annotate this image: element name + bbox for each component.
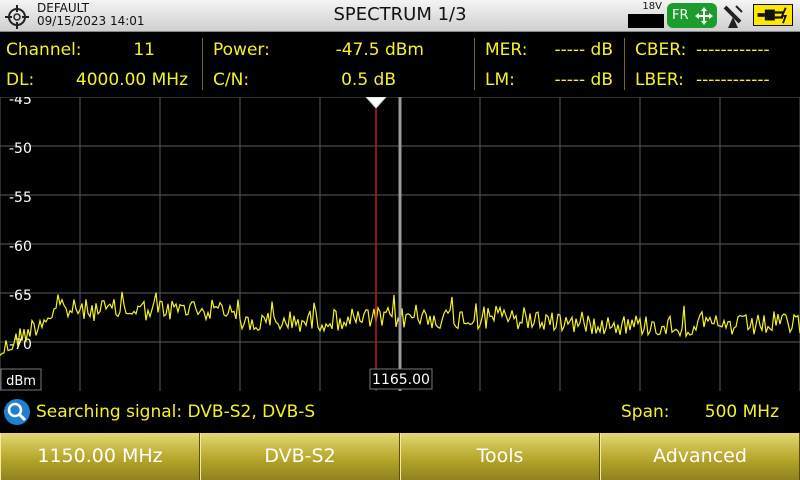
y-tick-label: -45 — [9, 97, 32, 108]
lnb-voltage: 18V — [642, 1, 662, 12]
y-tick-label: -55 — [9, 190, 32, 206]
cn-label: C/N: — [213, 70, 250, 90]
region-badge-label: FR — [672, 8, 689, 23]
channel-label: Channel: — [6, 40, 82, 60]
tools-softkey[interactable]: Tools — [400, 433, 600, 480]
battery-icon: 18V — [628, 1, 664, 28]
span-value: 500 MHz — [704, 402, 779, 422]
status-line: Searching signal: DVB-S2, DVB-S Span: 50… — [0, 394, 800, 432]
cn-value: 0.5 dB — [341, 70, 396, 90]
dl-value: 4000.00 MHz — [75, 70, 188, 90]
spectrum-canvas[interactable]: -45 -50 -55 -60 -65 -70 1165.00 dBm — [0, 97, 800, 391]
frequency-softkey[interactable]: 1150.00 MHz — [0, 433, 200, 480]
mer-label: MER: — [485, 40, 528, 60]
y-unit-label: dBm — [6, 374, 36, 389]
search-status-text: Searching signal: DVB-S2, DVB-S — [36, 402, 316, 422]
y-tick-label: -50 — [9, 141, 32, 157]
marker-handle[interactable] — [365, 97, 387, 109]
status-bar: DEFAULT 09/15/2023 14:01 SPECTRUM 1/3 18… — [0, 0, 800, 32]
move-arrows-icon — [695, 7, 713, 25]
standard-softkey[interactable]: DVB-S2 — [200, 433, 400, 480]
profile-info: DEFAULT 09/15/2023 14:01 — [37, 2, 145, 28]
page-title: SPECTRUM 1/3 — [333, 4, 467, 25]
softkey-bar: 1150.00 MHz DVB-S2 Tools Advanced — [0, 433, 800, 480]
y-axis-ticks: -45 -50 -55 -60 -65 -70 — [9, 97, 32, 353]
search-icon — [4, 399, 30, 425]
region-badge[interactable]: FR — [667, 3, 717, 28]
y-tick-label: -70 — [9, 337, 32, 353]
span-label: Span: — [621, 402, 670, 422]
datetime: 09/15/2023 14:01 — [37, 14, 145, 28]
power-plug-icon — [753, 4, 793, 26]
y-tick-label: -65 — [9, 288, 32, 304]
cber-value: ------------ — [696, 40, 770, 60]
lber-label: LBER: — [635, 70, 684, 90]
power-label: Power: — [213, 40, 270, 60]
lber-value: ------------ — [696, 70, 770, 90]
channel-value: 11 — [133, 40, 155, 60]
power-value: -47.5 dBm — [335, 40, 424, 60]
measurement-panel: Channel: 11 DL: 4000.00 MHz Power: -47.5… — [0, 33, 800, 95]
y-tick-label: -60 — [9, 239, 32, 255]
dl-label: DL: — [6, 70, 35, 90]
cber-label: CBER: — [635, 40, 687, 60]
satellite-dish-icon — [723, 5, 743, 28]
lm-value: ----- dB — [554, 70, 613, 90]
lm-label: LM: — [485, 70, 515, 90]
mer-value: ----- dB — [554, 40, 613, 60]
advanced-softkey[interactable]: Advanced — [600, 433, 800, 480]
crosshair-icon — [5, 5, 29, 29]
spectrum-plot[interactable]: -45 -50 -55 -60 -65 -70 1165.00 dBm — [0, 97, 800, 391]
marker-frequency-label: 1165.00 — [372, 372, 430, 388]
